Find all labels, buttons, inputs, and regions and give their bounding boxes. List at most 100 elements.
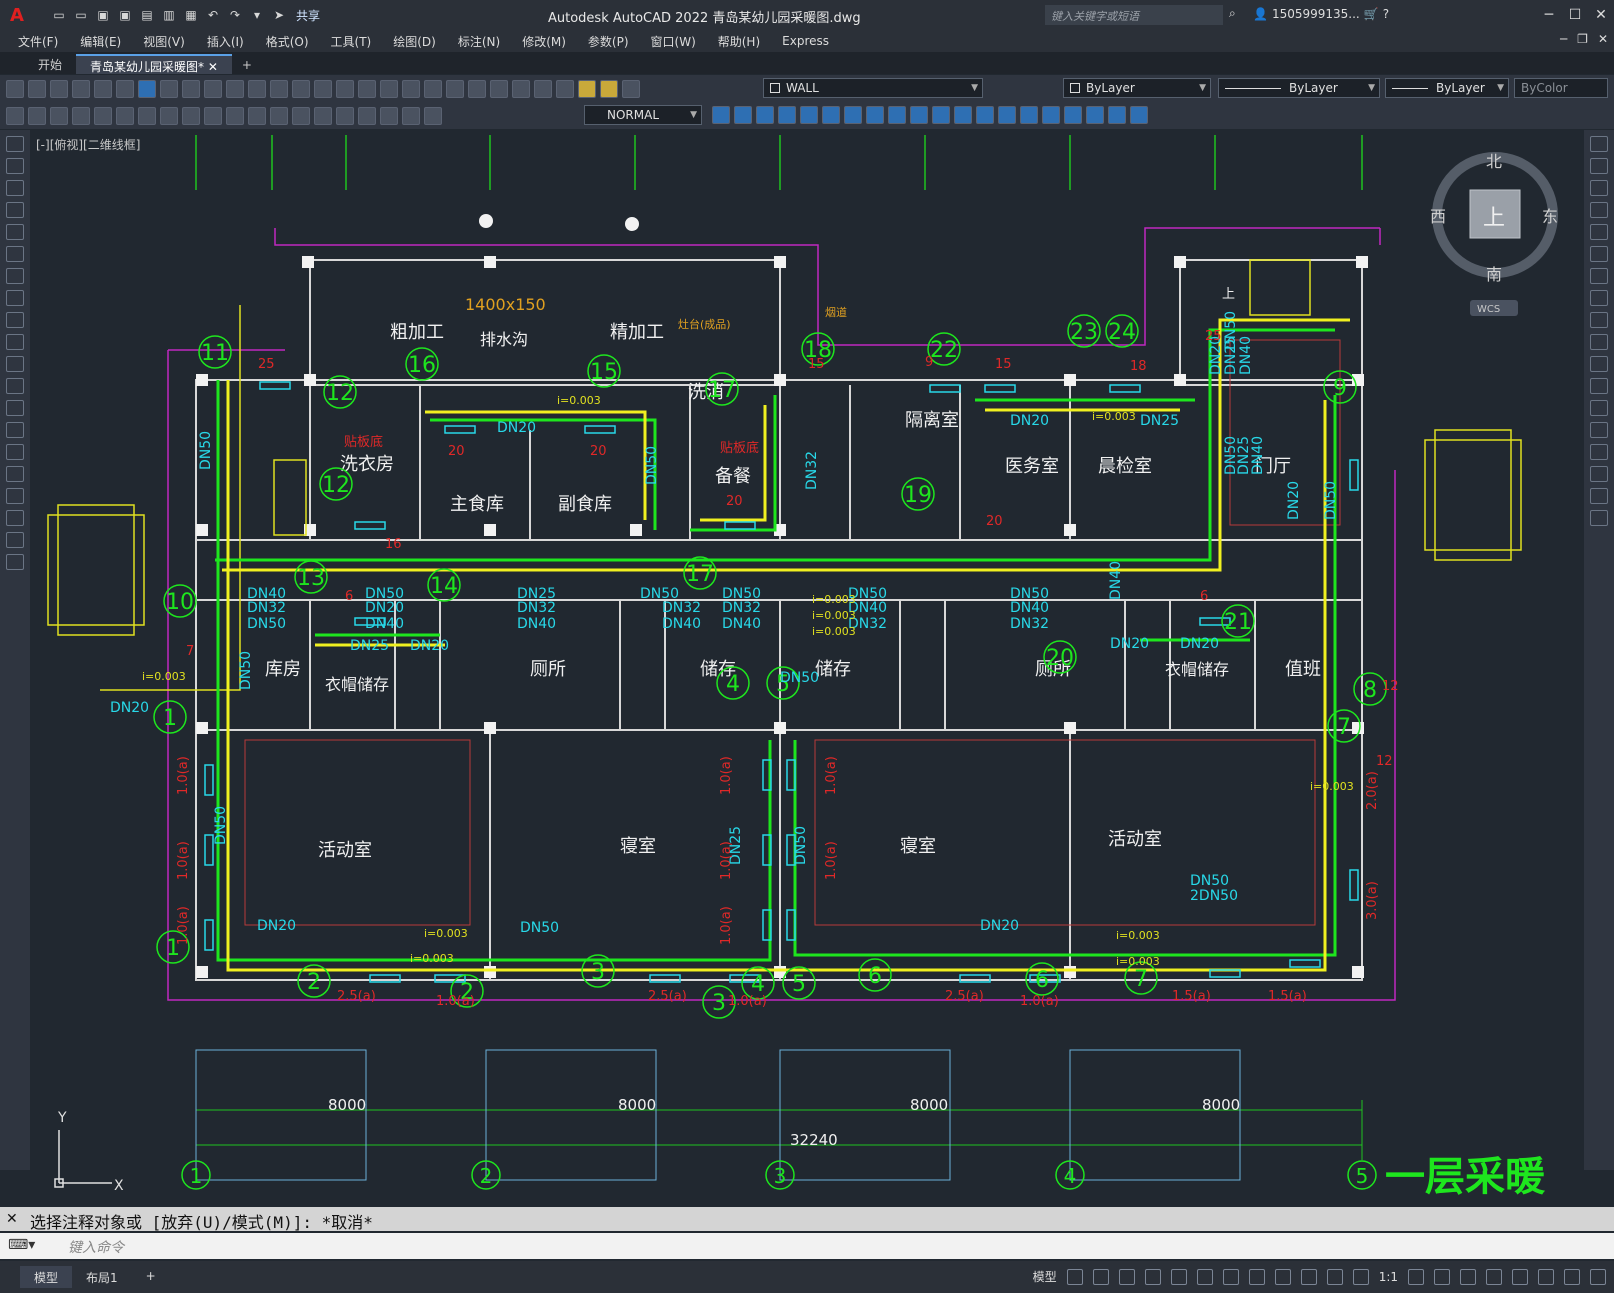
dim-diameter-icon[interactable] bbox=[138, 106, 156, 125]
break-point-r-icon[interactable] bbox=[1590, 378, 1608, 394]
layer-on-icon[interactable] bbox=[578, 79, 596, 98]
menu-view[interactable]: 视图(V) bbox=[143, 33, 185, 50]
lengthen-icon[interactable] bbox=[1130, 106, 1148, 124]
autocad-logo-icon[interactable]: A bbox=[4, 2, 30, 28]
designcenter-icon[interactable] bbox=[424, 79, 442, 98]
array-icon[interactable] bbox=[778, 106, 796, 124]
insert-block-icon[interactable] bbox=[6, 378, 24, 394]
blockedit-icon[interactable] bbox=[248, 79, 266, 98]
drawing-canvas[interactable]: 粗加工 排水沟 精加工 洗衣房 主食库 副食库 洗消 备餐 隔离室 医务室 晨检… bbox=[30, 130, 1584, 1200]
dim-angular-icon[interactable] bbox=[160, 106, 178, 125]
tab-close-icon[interactable]: ✕ bbox=[208, 60, 218, 74]
copy-obj-icon[interactable] bbox=[712, 106, 730, 124]
construction-line-icon[interactable] bbox=[6, 158, 24, 174]
point-icon[interactable] bbox=[6, 422, 24, 438]
snap-icon[interactable] bbox=[1092, 1268, 1109, 1285]
dim-arc-icon[interactable] bbox=[50, 106, 68, 125]
rotate-r-icon[interactable] bbox=[1590, 268, 1608, 284]
help-icon[interactable]: ? bbox=[1383, 7, 1389, 21]
rectangle-icon[interactable] bbox=[6, 224, 24, 240]
command-prompt-icon[interactable]: ⌨▾ bbox=[8, 1237, 35, 1253]
maximize-icon[interactable]: ☐ bbox=[1562, 0, 1588, 30]
explode-r-icon[interactable] bbox=[1590, 510, 1608, 526]
save-as-icon[interactable]: ▣ bbox=[116, 6, 134, 24]
group-icon[interactable] bbox=[1064, 106, 1082, 124]
tab-model[interactable]: 模型 bbox=[20, 1266, 73, 1288]
compass-north[interactable]: 北 bbox=[1486, 152, 1502, 171]
dim-jogged-icon[interactable] bbox=[116, 106, 134, 125]
menu-parameter[interactable]: 参数(P) bbox=[588, 33, 629, 50]
properties-icon[interactable] bbox=[402, 79, 420, 98]
dimstyle-dropdown[interactable]: NORMAL ▼ bbox=[584, 105, 702, 125]
tab-layout1[interactable]: 布局1 bbox=[72, 1266, 132, 1288]
trim-icon[interactable] bbox=[888, 106, 906, 124]
save-icon[interactable]: ▣ bbox=[94, 6, 112, 24]
search-icon[interactable]: ⌕ bbox=[1229, 6, 1236, 21]
jog-line-icon[interactable] bbox=[358, 106, 376, 125]
model-space-button[interactable]: 模型 bbox=[1033, 1268, 1057, 1285]
mirror-r-icon[interactable] bbox=[1590, 180, 1608, 196]
user-account[interactable]: 👤 1505999135... 🛒 ? bbox=[1253, 7, 1389, 21]
compass-south[interactable]: 南 bbox=[1486, 265, 1502, 284]
make-block-icon[interactable] bbox=[6, 400, 24, 416]
linetype-dropdown[interactable]: ByLayer ▼ bbox=[1218, 78, 1380, 98]
dim-continue-icon[interactable] bbox=[226, 106, 244, 125]
ellipse-icon[interactable] bbox=[6, 334, 24, 350]
selection-cycling-icon[interactable] bbox=[1300, 1268, 1317, 1285]
viewcube[interactable]: 上 北 南 西 东 WCS bbox=[1430, 152, 1558, 316]
minimize-icon[interactable]: ─ bbox=[1536, 0, 1562, 30]
customize-qat-icon[interactable]: ▾ bbox=[248, 6, 266, 24]
publish-tb-icon[interactable] bbox=[116, 79, 134, 98]
ungroup-icon[interactable] bbox=[1086, 106, 1104, 124]
sheetset-icon[interactable] bbox=[468, 79, 486, 98]
blend-r-icon[interactable] bbox=[1590, 488, 1608, 504]
copy-r-icon[interactable] bbox=[1590, 158, 1608, 174]
help-tb-icon[interactable] bbox=[534, 79, 552, 98]
hardware-accel-icon[interactable] bbox=[1538, 1268, 1554, 1285]
tab-drawing[interactable]: 青岛某幼儿园采暖图* ✕ bbox=[76, 54, 232, 74]
color-dropdown[interactable]: ByLayer ▼ bbox=[1063, 78, 1211, 98]
fillet-icon[interactable] bbox=[998, 106, 1016, 124]
dim-ordinate-icon[interactable] bbox=[72, 106, 90, 125]
tab-start[interactable]: 开始 bbox=[24, 54, 76, 74]
quick-properties-icon[interactable] bbox=[1486, 1268, 1502, 1285]
menu-help[interactable]: 帮助(H) bbox=[718, 33, 760, 50]
polygon-icon[interactable] bbox=[6, 202, 24, 218]
doc-minimize-icon[interactable]: ─ bbox=[1560, 32, 1567, 46]
mirror-icon[interactable] bbox=[734, 106, 752, 124]
line-icon[interactable] bbox=[6, 136, 24, 152]
region-icon[interactable] bbox=[6, 488, 24, 504]
autoscale-icon[interactable] bbox=[1352, 1268, 1369, 1285]
circle-icon[interactable] bbox=[6, 268, 24, 284]
units-icon[interactable] bbox=[1460, 1268, 1476, 1285]
menu-window[interactable]: 窗口(W) bbox=[651, 33, 696, 50]
hatch-icon[interactable] bbox=[6, 444, 24, 460]
chamfer-r-icon[interactable] bbox=[1590, 444, 1608, 460]
offset-icon[interactable] bbox=[756, 106, 774, 124]
compass-west[interactable]: 西 bbox=[1430, 207, 1446, 226]
annotation-visibility-icon[interactable] bbox=[1326, 1268, 1343, 1285]
mtext-icon[interactable] bbox=[6, 532, 24, 548]
explode-icon[interactable] bbox=[1020, 106, 1038, 124]
lineweight-dropdown[interactable]: ByLayer ▼ bbox=[1385, 78, 1509, 98]
break-r-icon[interactable] bbox=[1590, 400, 1608, 416]
revcloud-icon[interactable] bbox=[6, 290, 24, 306]
extend-r-icon[interactable] bbox=[1590, 356, 1608, 372]
layer-lock-icon[interactable] bbox=[622, 79, 640, 98]
menu-format[interactable]: 格式(O) bbox=[266, 33, 309, 50]
undo-icon[interactable]: ↶ bbox=[204, 6, 222, 24]
qnew-icon[interactable] bbox=[6, 79, 24, 98]
move-icon[interactable] bbox=[800, 106, 818, 124]
share-icon[interactable]: ➤ bbox=[270, 6, 288, 24]
otrack-icon[interactable] bbox=[1196, 1268, 1213, 1285]
pan-icon[interactable] bbox=[314, 79, 332, 98]
menu-edit[interactable]: 编辑(E) bbox=[80, 33, 121, 50]
isolate-objects-icon[interactable] bbox=[1512, 1268, 1528, 1285]
publish-icon[interactable]: ▥ bbox=[160, 6, 178, 24]
offset-r-icon[interactable] bbox=[1590, 202, 1608, 218]
dim-break-icon[interactable] bbox=[270, 106, 288, 125]
center-mark-icon[interactable] bbox=[314, 106, 332, 125]
table-icon[interactable] bbox=[6, 510, 24, 526]
join-icon[interactable] bbox=[954, 106, 972, 124]
dim-radius-icon[interactable] bbox=[94, 106, 112, 125]
